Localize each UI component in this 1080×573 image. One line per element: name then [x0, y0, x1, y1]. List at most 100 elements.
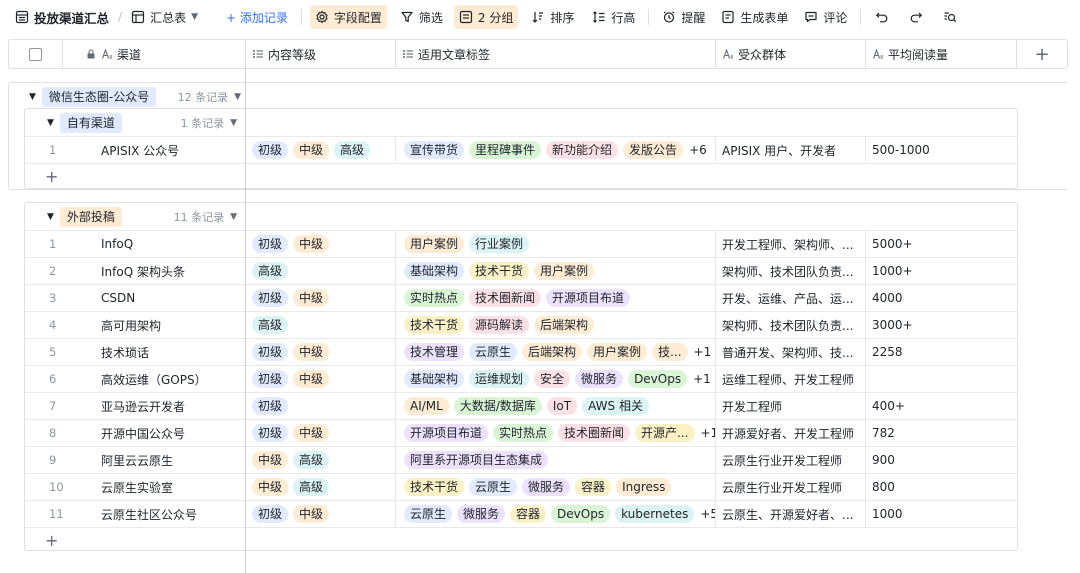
field-config-button[interactable]: 字段配置: [309, 5, 387, 29]
column-header-audience[interactable]: 受众群体: [716, 40, 866, 68]
more-tags-count[interactable]: +6: [689, 143, 707, 157]
level-cell[interactable]: 初级 中级: [246, 420, 396, 446]
reads-cell[interactable]: 500-1000: [866, 137, 1017, 163]
reads-cell[interactable]: 800: [866, 474, 1017, 500]
audience-cell[interactable]: 运维工程师、开发工程师: [716, 366, 866, 392]
add-row-button[interactable]: +: [25, 163, 1017, 189]
channel-cell[interactable]: 高效运维（GOPS）: [79, 366, 246, 392]
tags-cell[interactable]: 技术干货 源码解读 后端架构: [396, 312, 716, 338]
level-cell[interactable]: 高级: [246, 312, 396, 338]
tags-cell[interactable]: 技术管理 云原生 后端架构 用户案例 技... +1: [396, 339, 716, 365]
reads-cell[interactable]: 3000+: [866, 312, 1017, 338]
table-row[interactable]: 10 云原生实验室 中级 高级 技术干货 云原生 微服务 容器 Ingress 云原生行业开发工程…: [25, 473, 1017, 500]
add-row-button[interactable]: +: [25, 527, 1017, 553]
reads-cell[interactable]: 900: [866, 447, 1017, 473]
more-tags-count[interactable]: +1: [701, 426, 716, 440]
column-header-tags[interactable]: 适用文章标签: [396, 40, 716, 68]
channel-cell[interactable]: 开源中国公众号: [79, 420, 246, 446]
table-row[interactable]: 3 CSDN 初级 中级 实时热点 技术圈新闻 开源项目布道 开发、运维、产品、运... 400…: [25, 284, 1017, 311]
reads-cell[interactable]: 4000: [866, 285, 1017, 311]
channel-cell[interactable]: 高可用架构: [79, 312, 246, 338]
level-cell[interactable]: 初级: [246, 393, 396, 419]
select-all-checkbox[interactable]: [29, 47, 42, 61]
channel-cell[interactable]: InfoQ 架构头条: [79, 258, 246, 284]
audience-cell[interactable]: 云原生、开源爱好者、...: [716, 501, 866, 527]
tags-cell[interactable]: 基础架构 技术干货 用户案例: [396, 258, 716, 284]
more-tags-count[interactable]: +1: [693, 372, 711, 386]
remind-button[interactable]: 提醒: [657, 5, 710, 29]
tags-cell[interactable]: 用户案例 行业案例: [396, 231, 716, 257]
more-tags-count[interactable]: +1: [694, 345, 712, 359]
audience-cell[interactable]: 开发工程师: [716, 393, 866, 419]
tags-cell[interactable]: 实时热点 技术圈新闻 开源项目布道: [396, 285, 716, 311]
audience-cell[interactable]: 云原生行业开发工程师: [716, 447, 866, 473]
table-row[interactable]: 11云原生社区公众号初级中级云原生微服务容器DevOpskubernetes+5…: [25, 500, 1017, 527]
level-cell[interactable]: 初级 中级: [246, 366, 396, 392]
channel-cell[interactable]: 亚马逊云开发者: [79, 393, 246, 419]
collapse-triangle-icon[interactable]: ▼: [47, 212, 54, 222]
level-cell[interactable]: 中级 高级: [246, 447, 396, 473]
more-tags-count[interactable]: +5: [700, 507, 715, 521]
channel-cell[interactable]: 阿里云云原生: [79, 447, 246, 473]
table-row[interactable]: 7 亚马逊云开发者 初级 AI/ML 大数据/数据库 IoT AWS 相关 开发工程师 400+: [25, 392, 1017, 419]
level-cell[interactable]: 初级 中级: [246, 231, 396, 257]
collapse-triangle-icon[interactable]: ▼: [47, 118, 54, 128]
channel-cell[interactable]: CSDN: [79, 285, 246, 311]
level-cell[interactable]: 中级 高级: [246, 474, 396, 500]
table-row[interactable]: 2 InfoQ 架构头条 高级 基础架构 技术干货 用户案例 架构师、技术团队负责... 10…: [25, 257, 1017, 284]
table-row[interactable]: 9 阿里云云原生 中级 高级 阿里系开源项目生态集成 云原生行业开发工程师 900: [25, 446, 1017, 473]
collapse-triangle-icon[interactable]: ▼: [29, 92, 36, 102]
filter-button[interactable]: 筛选: [395, 5, 448, 29]
channel-cell[interactable]: 技术琐话: [79, 339, 246, 365]
reads-cell[interactable]: 1000: [866, 501, 1017, 527]
tags-cell[interactable]: 阿里系开源项目生态集成: [396, 447, 716, 473]
tags-cell[interactable]: 开源项目布道实时热点技术圈新闻开源产... +1: [396, 420, 716, 446]
add-column-button[interactable]: +: [1017, 40, 1067, 68]
sort-button[interactable]: 排序: [526, 5, 579, 29]
row-height-button[interactable]: 行高: [587, 5, 640, 29]
audience-cell[interactable]: 开发、运维、产品、运...: [716, 285, 866, 311]
group-header[interactable]: ▼ 微信生态圈-公众号 12 条记录 ▼: [29, 87, 241, 107]
search-button[interactable]: [937, 5, 963, 29]
tags-cell[interactable]: 基础架构 运维规划 安全 微服务 DevOps +1: [396, 366, 716, 392]
table-row[interactable]: 5 技术琐话 初级 中级 技术管理 云原生 后端架构 用户案例 技... +1 普通开发、架构师、技…: [25, 338, 1017, 365]
subgroup-header[interactable]: ▼ 外部投稿 11 条记录 ▼: [47, 207, 237, 227]
comment-button[interactable]: 评论: [799, 5, 852, 29]
table-row[interactable]: 8开源中国公众号初级中级开源项目布道实时热点技术圈新闻开源产...+1开源爱好者…: [25, 419, 1017, 446]
channel-cell[interactable]: APISIX 公众号: [79, 137, 246, 163]
table-row[interactable]: 1 InfoQ 初级 中级 用户案例 行业案例 开发工程师、架构师、... 5000+: [25, 230, 1017, 257]
tags-cell[interactable]: 宣传带货 里程碑事件 新功能介绍 发版公告 +6: [396, 137, 716, 163]
reads-cell[interactable]: 782: [866, 420, 1017, 446]
form-button[interactable]: 生成表单: [716, 5, 793, 29]
view-selector[interactable]: 汇总表 ▼: [126, 5, 203, 29]
audience-cell[interactable]: 开源爱好者、开发工程师: [716, 420, 866, 446]
add-record-button[interactable]: + 添加记录: [221, 5, 293, 29]
channel-cell[interactable]: 云原生实验室: [79, 474, 246, 500]
table-row[interactable]: 1 APISIX 公众号 初级 中级 高级 宣传带货 里程碑事件 新功能介绍 发版公告 +6 API…: [25, 136, 1017, 163]
undo-button[interactable]: [869, 5, 895, 29]
audience-cell[interactable]: APISIX 用户、开发者: [716, 137, 866, 163]
tags-cell[interactable]: AI/ML 大数据/数据库 IoT AWS 相关: [396, 393, 716, 419]
level-cell[interactable]: 高级: [246, 258, 396, 284]
reads-cell[interactable]: 5000+: [866, 231, 1017, 257]
reads-cell[interactable]: [866, 366, 1017, 392]
level-cell[interactable]: 初级 中级: [246, 339, 396, 365]
column-header-channel[interactable]: 渠道: [63, 40, 246, 68]
table-menu[interactable]: 投放渠道汇总: [10, 5, 114, 29]
audience-cell[interactable]: 架构师、技术团队负责...: [716, 258, 866, 284]
audience-cell[interactable]: 云原生行业开发工程师: [716, 474, 866, 500]
level-cell[interactable]: 初级 中级 高级: [246, 137, 396, 163]
reads-cell[interactable]: 1000+: [866, 258, 1017, 284]
audience-cell[interactable]: 开发工程师、架构师、...: [716, 231, 866, 257]
column-header-reads[interactable]: 平均阅读量: [866, 40, 1017, 68]
subgroup-header[interactable]: ▼ 自有渠道 1 条记录 ▼: [47, 113, 237, 133]
tags-cell[interactable]: 云原生微服务容器DevOpskubernetes +5: [396, 501, 716, 527]
channel-cell[interactable]: InfoQ: [79, 231, 246, 257]
group-button[interactable]: 2 分组: [453, 5, 519, 29]
level-cell[interactable]: 初级 中级: [246, 501, 396, 527]
reads-cell[interactable]: 2258: [866, 339, 1017, 365]
select-all-cell[interactable]: [9, 40, 63, 68]
level-cell[interactable]: 初级 中级: [246, 285, 396, 311]
table-row[interactable]: 4 高可用架构 高级 技术干货 源码解读 后端架构 架构师、技术团队负责... 3000+: [25, 311, 1017, 338]
reads-cell[interactable]: 400+: [866, 393, 1017, 419]
